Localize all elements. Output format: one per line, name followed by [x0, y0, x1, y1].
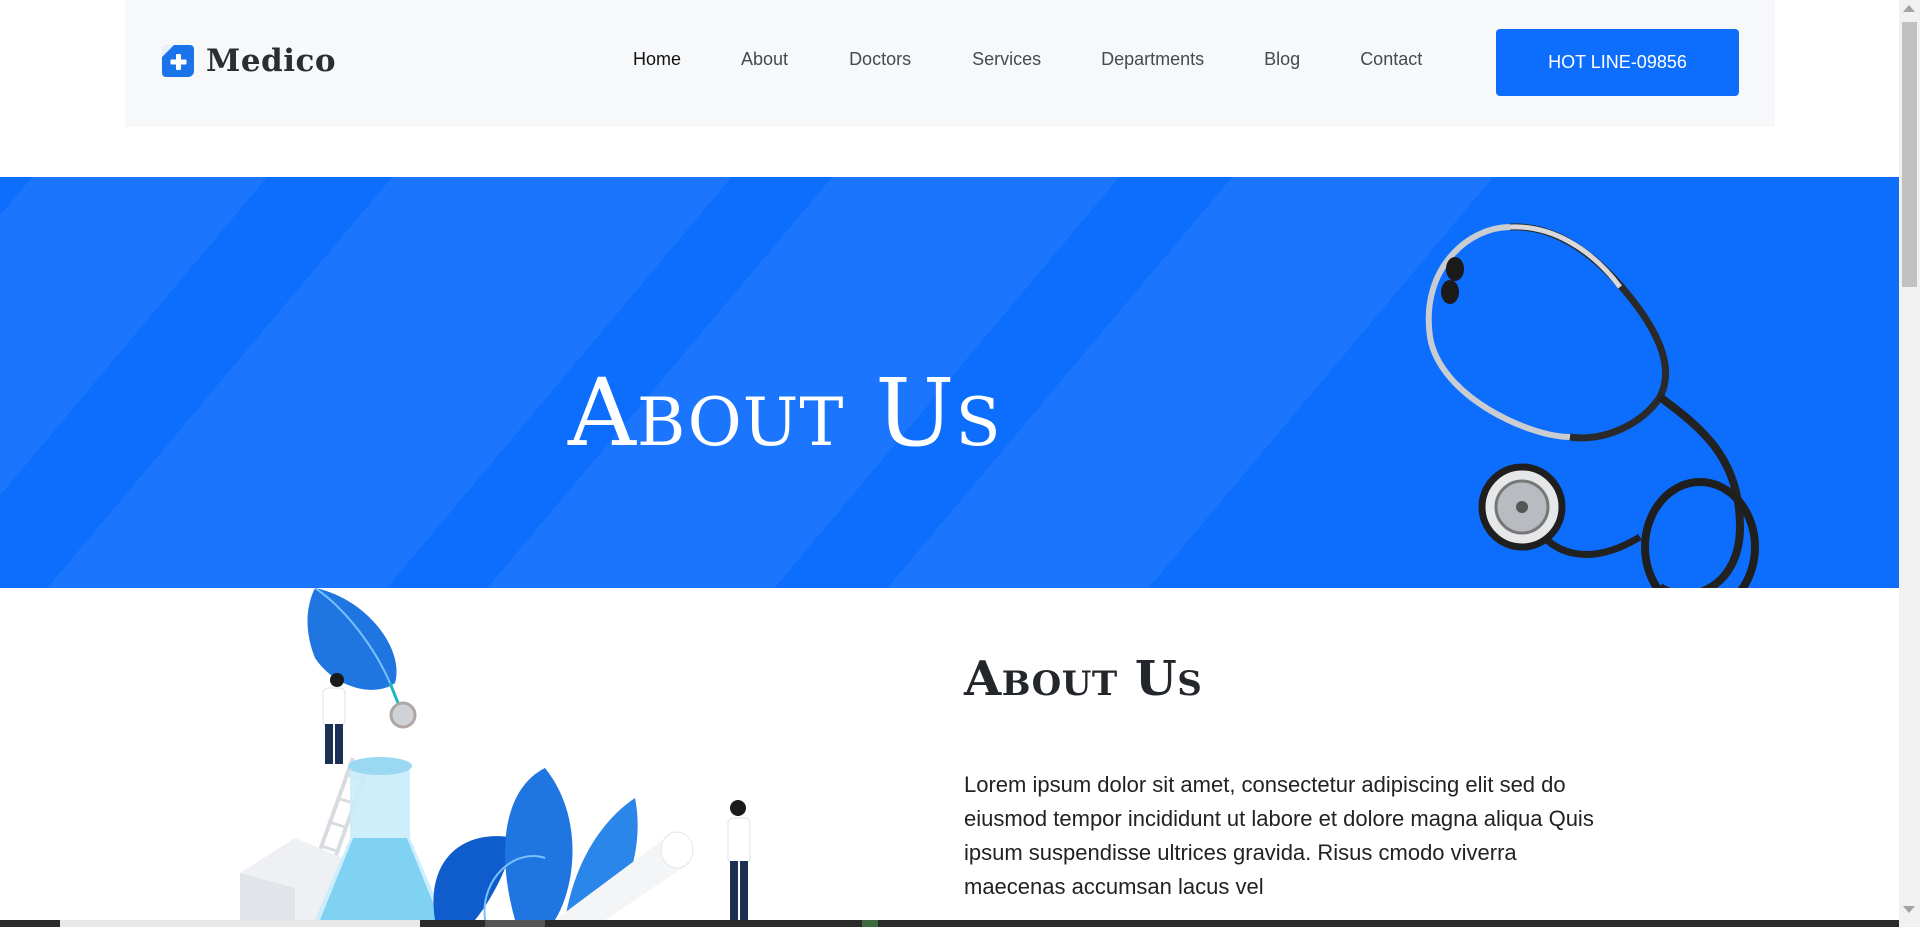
taskbar-item — [862, 920, 878, 927]
main-nav: Home About Doctors Services Departments … — [507, 49, 1422, 70]
hero-title: About Us — [568, 359, 1002, 468]
logo-text: Medico — [206, 43, 337, 79]
medical-cross-icon — [162, 45, 194, 77]
nav-doctors[interactable]: Doctors — [849, 49, 911, 70]
about-paragraph: Lorem ipsum dolor sit amet, consectetur … — [964, 772, 1594, 899]
taskbar-item — [485, 920, 545, 927]
nav-services[interactable]: Services — [972, 49, 1041, 70]
hero-banner: About Us — [0, 177, 1899, 588]
taskbar-strip — [0, 920, 1899, 927]
logo[interactable]: Medico — [160, 43, 336, 79]
scroll-up-arrow-icon[interactable] — [1903, 5, 1915, 12]
vertical-scrollbar[interactable] — [1899, 0, 1920, 927]
taskbar-item — [60, 920, 420, 927]
laboratory-illustration — [240, 588, 751, 920]
about-heading: About Us — [964, 651, 1203, 707]
nav-contact[interactable]: Contact — [1360, 49, 1422, 70]
nav-departments[interactable]: Departments — [1101, 49, 1204, 70]
hotline-button[interactable]: HOT LINE-09856 — [1496, 29, 1739, 96]
nav-home[interactable]: Home — [633, 49, 681, 70]
site-header: Medico Home About Doctors Services Depar… — [125, 0, 1775, 127]
scroll-down-arrow-icon[interactable] — [1903, 906, 1915, 913]
nav-about[interactable]: About — [741, 49, 788, 70]
stethoscope-image — [1425, 223, 1759, 588]
scrollbar-thumb[interactable] — [1902, 22, 1917, 287]
nav-blog[interactable]: Blog — [1264, 49, 1300, 70]
